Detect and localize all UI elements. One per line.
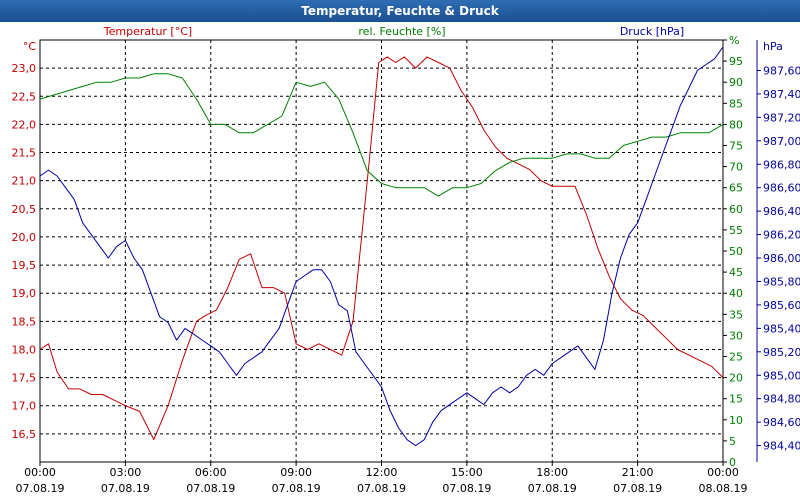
temperature-tick-label: 22,0: [12, 118, 37, 131]
humidity-tick-label: 40: [729, 287, 743, 300]
humidity-line: [39, 73, 724, 197]
humidity-tick-label: 25: [729, 351, 743, 364]
temperature-tick-label: 20,0: [12, 231, 37, 244]
pressure-tick-label: 985,00: [763, 369, 800, 382]
humidity-tick-label: 5: [729, 435, 736, 448]
temperature-tick-label: 19,5: [12, 259, 37, 272]
legend-entry: Druck [hPa]: [620, 25, 684, 38]
x-tick-date: 07.08.19: [528, 482, 577, 495]
humidity-tick-label: 85: [729, 97, 743, 110]
x-tick-time: 09:00: [280, 466, 312, 479]
pressure-tick-label: 985,60: [763, 299, 800, 312]
pressure-tick-label: 986,40: [763, 205, 800, 218]
humidity-tick-label: 95: [729, 55, 743, 68]
humidity-tick-label: 60: [729, 203, 743, 216]
humidity-tick-label: 75: [729, 140, 743, 153]
temperature-tick-label: 18,5: [12, 315, 37, 328]
humidity-tick-label: 30: [729, 329, 743, 342]
humidity-tick-label: 80: [729, 118, 743, 131]
x-tick-date: 07.08.19: [186, 482, 235, 495]
temperature-tick-label: 19,0: [12, 287, 37, 300]
x-tick-time: 12:00: [366, 466, 398, 479]
grid: [39, 39, 724, 463]
pressure-tick-label: 987,40: [763, 88, 800, 101]
pressure-tick-label: 986,20: [763, 229, 800, 242]
humidity-tick-label: 15: [729, 393, 743, 406]
x-tick-date: 07.08.19: [16, 482, 65, 495]
pressure-tick-label: 985,80: [763, 275, 800, 288]
temperature-tick-label: 17,0: [12, 400, 37, 413]
temperature-tick-label: 21,5: [12, 147, 37, 160]
x-tick-time: 03:00: [110, 466, 142, 479]
temperature-unit: °C: [23, 40, 37, 53]
temperature-tick-label: 23,0: [12, 62, 37, 75]
x-tick-date: 07.08.19: [272, 482, 321, 495]
x-tick-date: 08.08.19: [699, 482, 748, 495]
legend-entry: rel. Feuchte [%]: [358, 25, 445, 38]
legend: Temperatur [°C] rel. Feuchte [%] Druck [hP…: [103, 25, 684, 38]
humidity-tick-label: 0: [729, 456, 736, 469]
temperature-tick-label: 17,5: [12, 372, 37, 385]
x-tick-date: 07.08.19: [101, 482, 150, 495]
temperature-tick-label: 16,5: [12, 428, 37, 441]
pressure-tick-label: 986,60: [763, 182, 800, 195]
temperature-tick-label: 20,5: [12, 203, 37, 216]
pressure-unit: hPa: [763, 40, 783, 53]
pressure-tick-label: 984,80: [763, 393, 800, 406]
x-tick-date: 07.08.19: [613, 482, 662, 495]
x-tick-time: 18:00: [536, 466, 568, 479]
humidity-tick-label: 35: [729, 308, 743, 321]
x-tick-time: 06:00: [195, 466, 227, 479]
x-tick-time: 15:00: [451, 466, 483, 479]
humidity-tick-label: 90: [729, 76, 743, 89]
humidity-tick-label: 45: [729, 266, 743, 279]
temperature-tick-label: 18,0: [12, 343, 37, 356]
x-tick-date: 07.08.19: [442, 482, 491, 495]
humidity-tick-label: 10: [729, 414, 743, 427]
pressure-tick-label: 986,80: [763, 158, 800, 171]
temperature-tick-label: 22,5: [12, 90, 37, 103]
x-tick-time: 21:00: [622, 466, 654, 479]
pressure-tick-label: 985,20: [763, 346, 800, 359]
temperature-tick-label: 21,0: [12, 175, 37, 188]
humidity-tick-label: 20: [729, 372, 743, 385]
humidity-tick-label: 50: [729, 245, 743, 258]
pressure-tick-label: 984,60: [763, 416, 800, 429]
pressure-tick-label: 987,00: [763, 135, 800, 148]
pressure-tick-label: 984,40: [763, 440, 800, 453]
humidity-tick-label: 65: [729, 182, 743, 195]
pressure-tick-label: 987,20: [763, 111, 800, 124]
x-tick-time: 00:00: [24, 466, 56, 479]
humidity-tick-label: %: [729, 34, 739, 47]
x-tick-date: 07.08.19: [357, 482, 406, 495]
pressure-tick-label: 986,00: [763, 252, 800, 265]
pressure-tick-label: 985,40: [763, 322, 800, 335]
window-title: Temperatur, Feuchte & Druck: [0, 0, 800, 22]
legend-entry: Temperatur [°C]: [103, 25, 192, 38]
weather-line-chart: Temperatur [°C] rel. Feuchte [%] Druck [hP…: [12, 25, 800, 495]
humidity-tick-label: 55: [729, 224, 743, 237]
pressure-tick-label: 987,60: [763, 64, 800, 77]
humidity-tick-label: 70: [729, 161, 743, 174]
